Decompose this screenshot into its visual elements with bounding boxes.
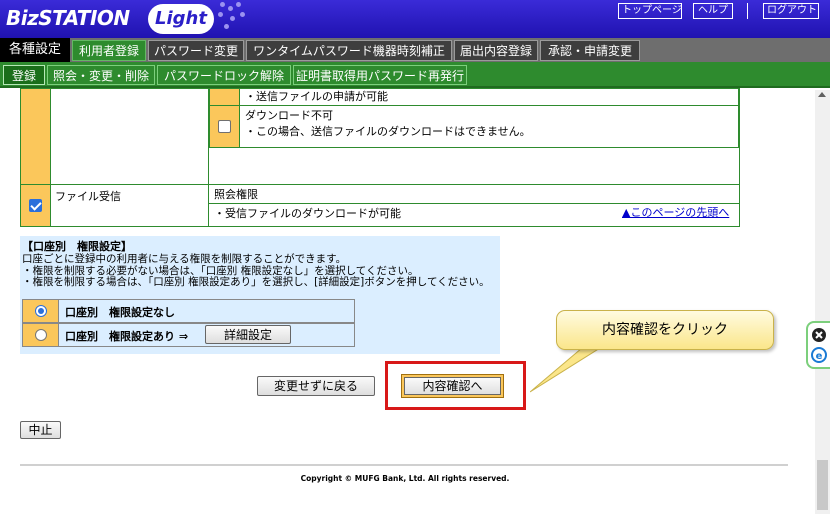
top-page-link[interactable]: トップページ — [618, 3, 682, 19]
cancel-button[interactable]: 中止 — [20, 421, 61, 439]
menu-user-registration[interactable]: 利用者登録 — [72, 40, 146, 61]
menu-section-label: 各種設定 — [0, 38, 70, 62]
help-link[interactable]: ヘルプ — [693, 3, 733, 19]
permission-sub-cell: ・送信ファイルの申請が可能 ダウンロード不可 ・この場合、送信ファイルのダウンロ… — [208, 88, 740, 185]
vertical-scrollbar[interactable] — [815, 90, 830, 514]
header-separator — [747, 3, 748, 19]
download-disabled-check-cell — [209, 105, 240, 148]
back-without-change-button[interactable]: 変更せずに戻る — [257, 376, 375, 396]
bizstation-light-logo: Light — [148, 4, 214, 34]
menu-notification-registration[interactable]: 届出内容登録 — [454, 40, 538, 61]
submenu-certificate-password-reissue[interactable]: 証明書取得用パスワード再発行 — [293, 65, 467, 85]
radio-cell — [23, 324, 59, 346]
svg-text:e: e — [816, 351, 823, 362]
partial-description: ・送信ファイルの申請が可能 — [239, 89, 739, 106]
radio-cell — [23, 300, 59, 322]
sub-menu: 登録 照会・変更・削除 パスワードロック解除 証明書取得用パスワード再発行 — [0, 62, 830, 88]
option-account-permission[interactable]: 口座別 権限設定あり ⇒ 詳細設定 — [22, 323, 355, 347]
callout-pointer — [530, 348, 600, 393]
instruction-callout: 内容確認をクリック — [556, 310, 774, 350]
edge-e-icon[interactable]: e — [811, 347, 827, 363]
file-receive-sub-label: 照会権限 — [214, 188, 258, 201]
option-no-account-permission[interactable]: 口座別 権限設定なし — [22, 299, 355, 323]
scroll-up-arrow-icon[interactable] — [818, 92, 826, 97]
submenu-password-unlock[interactable]: パスワードロック解除 — [157, 65, 291, 85]
menu-password-change[interactable]: パスワード変更 — [148, 40, 244, 61]
file-receive-label: ファイル受信 — [50, 184, 209, 227]
account-permission-radio[interactable] — [35, 329, 47, 341]
account-permission-label: 口座別 権限設定あり ⇒ — [65, 330, 189, 343]
permission-check-cell — [20, 88, 51, 185]
account-permission-description: 口座ごとに登録中の利用者に与える権限を制限することができます。 ・権限を制限する… — [22, 253, 490, 288]
main-menu: 各種設定 利用者登録 パスワード変更 ワンタイムパスワード機器時刻補正 届出内容… — [0, 38, 830, 62]
account-permission-title: 【口座別 権限設定】 — [22, 240, 132, 253]
side-widget-icons: e — [811, 328, 827, 363]
side-widget: e — [806, 321, 830, 369]
bizstation-logo: BizSTATION — [6, 6, 130, 30]
no-account-permission-radio[interactable] — [35, 305, 47, 317]
no-account-permission-label: 口座別 権限設定なし — [65, 306, 175, 319]
download-disabled-description: ・この場合、送信ファイルのダウンロードはできません。 — [245, 125, 531, 138]
back-to-top-link[interactable]: ▲このページの先頭へ — [622, 204, 729, 220]
submenu-view-edit-delete[interactable]: 照会・変更・削除 — [47, 65, 155, 85]
copyright-text: Copyright © MUFG Bank, Ltd. All rights r… — [300, 474, 510, 483]
submenu-register[interactable]: 登録 — [3, 65, 45, 85]
scrollbar-thumb[interactable] — [817, 460, 828, 510]
file-receive-checkbox[interactable] — [29, 199, 42, 213]
menu-approval-change[interactable]: 承認・申請変更 — [540, 40, 640, 61]
account-permission-section: 【口座別 権限設定】 口座ごとに登録中の利用者に与える権限を制限することができま… — [20, 236, 500, 354]
close-icon[interactable] — [812, 328, 826, 342]
header-bar: BizSTATION Light トップページ ヘルプ ログアウト — [0, 0, 830, 38]
download-disabled-checkbox[interactable] — [218, 120, 231, 134]
download-disabled-cell: ダウンロード不可 ・この場合、送信ファイルのダウンロードはできません。 — [239, 105, 739, 148]
logout-link[interactable]: ログアウト — [763, 3, 819, 19]
detail-settings-button[interactable]: 詳細設定 — [205, 325, 291, 344]
footer-divider — [20, 464, 788, 466]
download-disabled-label: ダウンロード不可 — [245, 109, 333, 122]
sub-check-cell — [209, 89, 240, 106]
permission-name-cell — [50, 88, 209, 185]
menu-onetime-password-sync[interactable]: ワンタイムパスワード機器時刻補正 — [246, 40, 452, 61]
logo-dots-decoration — [210, 0, 250, 38]
highlight-box — [385, 361, 526, 410]
file-receive-check-cell — [20, 184, 51, 227]
